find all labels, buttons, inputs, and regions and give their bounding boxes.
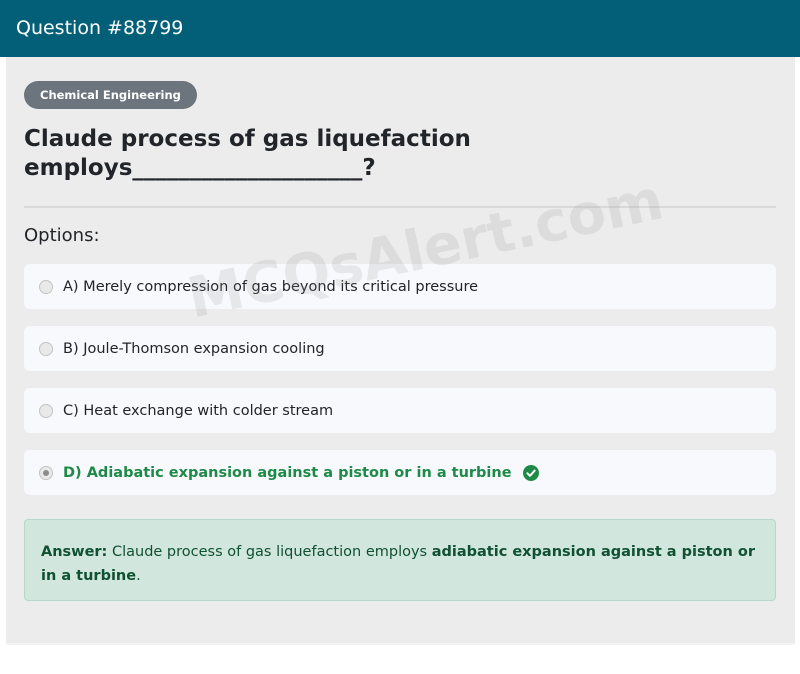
radio-button[interactable] <box>39 279 53 294</box>
option-label: B) Joule-Thomson expansion cooling <box>63 340 325 357</box>
option-a[interactable]: A) Merely compression of gas beyond its … <box>24 264 776 309</box>
radio-button[interactable] <box>39 403 53 418</box>
radio-button-selected[interactable] <box>39 465 53 480</box>
answer-box: Answer: Claude process of gas liquefacti… <box>24 519 776 601</box>
radio-button[interactable] <box>39 341 53 356</box>
answer-suffix: . <box>136 568 141 584</box>
question-text: Claude process of gas liquefaction emplo… <box>24 126 471 181</box>
answer-label: Answer: <box>41 544 108 560</box>
option-label: A) Merely compression of gas beyond its … <box>63 278 479 295</box>
check-circle-icon <box>522 464 539 481</box>
page-header: Question #88799 <box>0 0 800 57</box>
option-d[interactable]: D) Adiabatic expansion against a piston … <box>24 450 776 495</box>
answer-prefix: Claude process of gas liquefaction emplo… <box>107 544 432 560</box>
category-badge[interactable]: Chemical Engineering <box>24 81 197 109</box>
card-bottom-border <box>6 643 795 645</box>
option-b[interactable]: B) Joule-Thomson expansion cooling <box>24 326 776 371</box>
question-number-title: Question #88799 <box>16 17 184 39</box>
option-c[interactable]: C) Heat exchange with colder stream <box>24 388 776 433</box>
option-label: D) Adiabatic expansion against a piston … <box>63 464 512 481</box>
divider <box>24 206 776 208</box>
options-label: Options: <box>24 225 100 246</box>
option-label: C) Heat exchange with colder stream <box>63 402 334 419</box>
